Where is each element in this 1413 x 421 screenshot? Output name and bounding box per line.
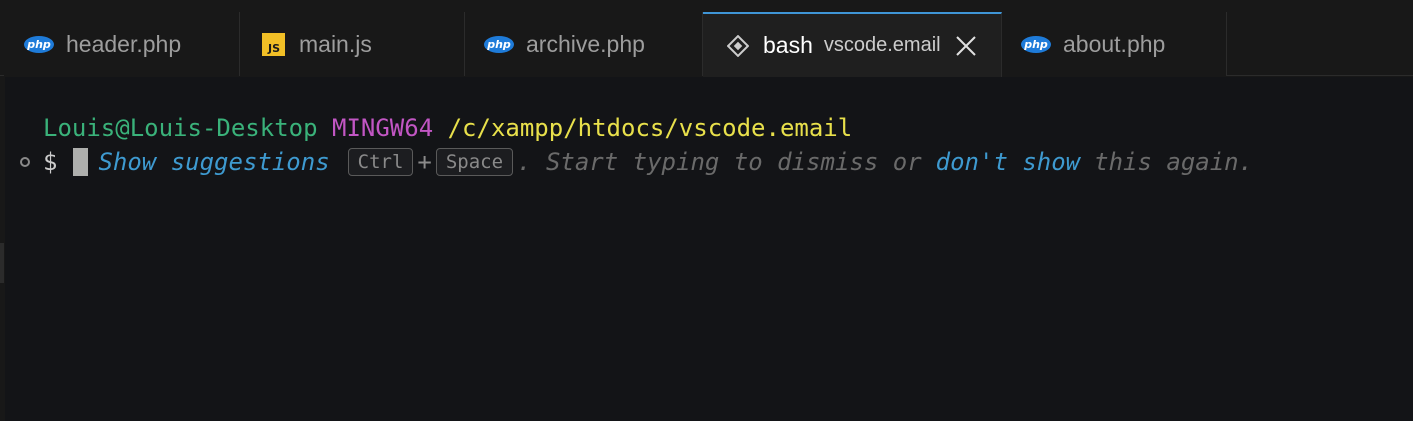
- tab-label: archive.php: [526, 30, 645, 57]
- js-icon: JS: [262, 32, 285, 56]
- kbd-space: Space: [435, 148, 514, 176]
- kbd-ctrl: Ctrl: [347, 148, 414, 176]
- title-strip: [0, 0, 1413, 12]
- input-line[interactable]: $ Show suggestions Ctrl + Space . Start …: [43, 147, 1253, 177]
- tab-label: header.php: [66, 30, 182, 57]
- kbd-plus: +: [417, 148, 432, 176]
- tab-label: about.php: [1063, 30, 1166, 57]
- terminal-cursor: [73, 148, 89, 176]
- hint-text-end: this again.: [1094, 148, 1254, 176]
- tab-description: vscode.email: [823, 34, 941, 56]
- php-icon: php: [24, 35, 54, 53]
- tab-label: bash: [763, 32, 813, 58]
- command-decoration-icon[interactable]: [20, 157, 30, 167]
- php-icon: php: [484, 35, 514, 53]
- terminal-panel[interactable]: Louis@Louis-Desktop MINGW64 /c/xampp/htd…: [5, 77, 1413, 421]
- prompt-line: Louis@Louis-Desktop MINGW64 /c/xampp/htd…: [43, 113, 852, 143]
- tab-archive-php[interactable]: php archive.php: [465, 12, 703, 76]
- tab-about-php[interactable]: php about.php: [1002, 12, 1227, 76]
- tab-label: main.js: [299, 30, 372, 57]
- git-bash-icon: [727, 34, 749, 57]
- prompt-path: /c/xampp/htdocs/vscode.email: [447, 114, 853, 142]
- close-icon[interactable]: [953, 33, 979, 59]
- prompt-user: Louis@Louis-Desktop: [43, 114, 318, 142]
- editor-tab-bar: php header.php JS main.js php archive.ph…: [0, 12, 1413, 77]
- sash-handle[interactable]: [0, 243, 4, 283]
- php-icon: php: [1021, 35, 1051, 53]
- show-suggestions-link[interactable]: Show suggestions: [98, 147, 329, 177]
- hint-text: . Start typing to dismiss or: [517, 148, 922, 176]
- dont-show-link[interactable]: don't show: [936, 147, 1081, 177]
- tab-main-js[interactable]: JS main.js: [240, 12, 465, 76]
- tab-bash-terminal[interactable]: bash vscode.email: [703, 12, 1002, 77]
- prompt-dollar: $: [43, 148, 58, 176]
- prompt-system: MINGW64: [332, 114, 434, 142]
- tab-header-php[interactable]: php header.php: [4, 12, 240, 76]
